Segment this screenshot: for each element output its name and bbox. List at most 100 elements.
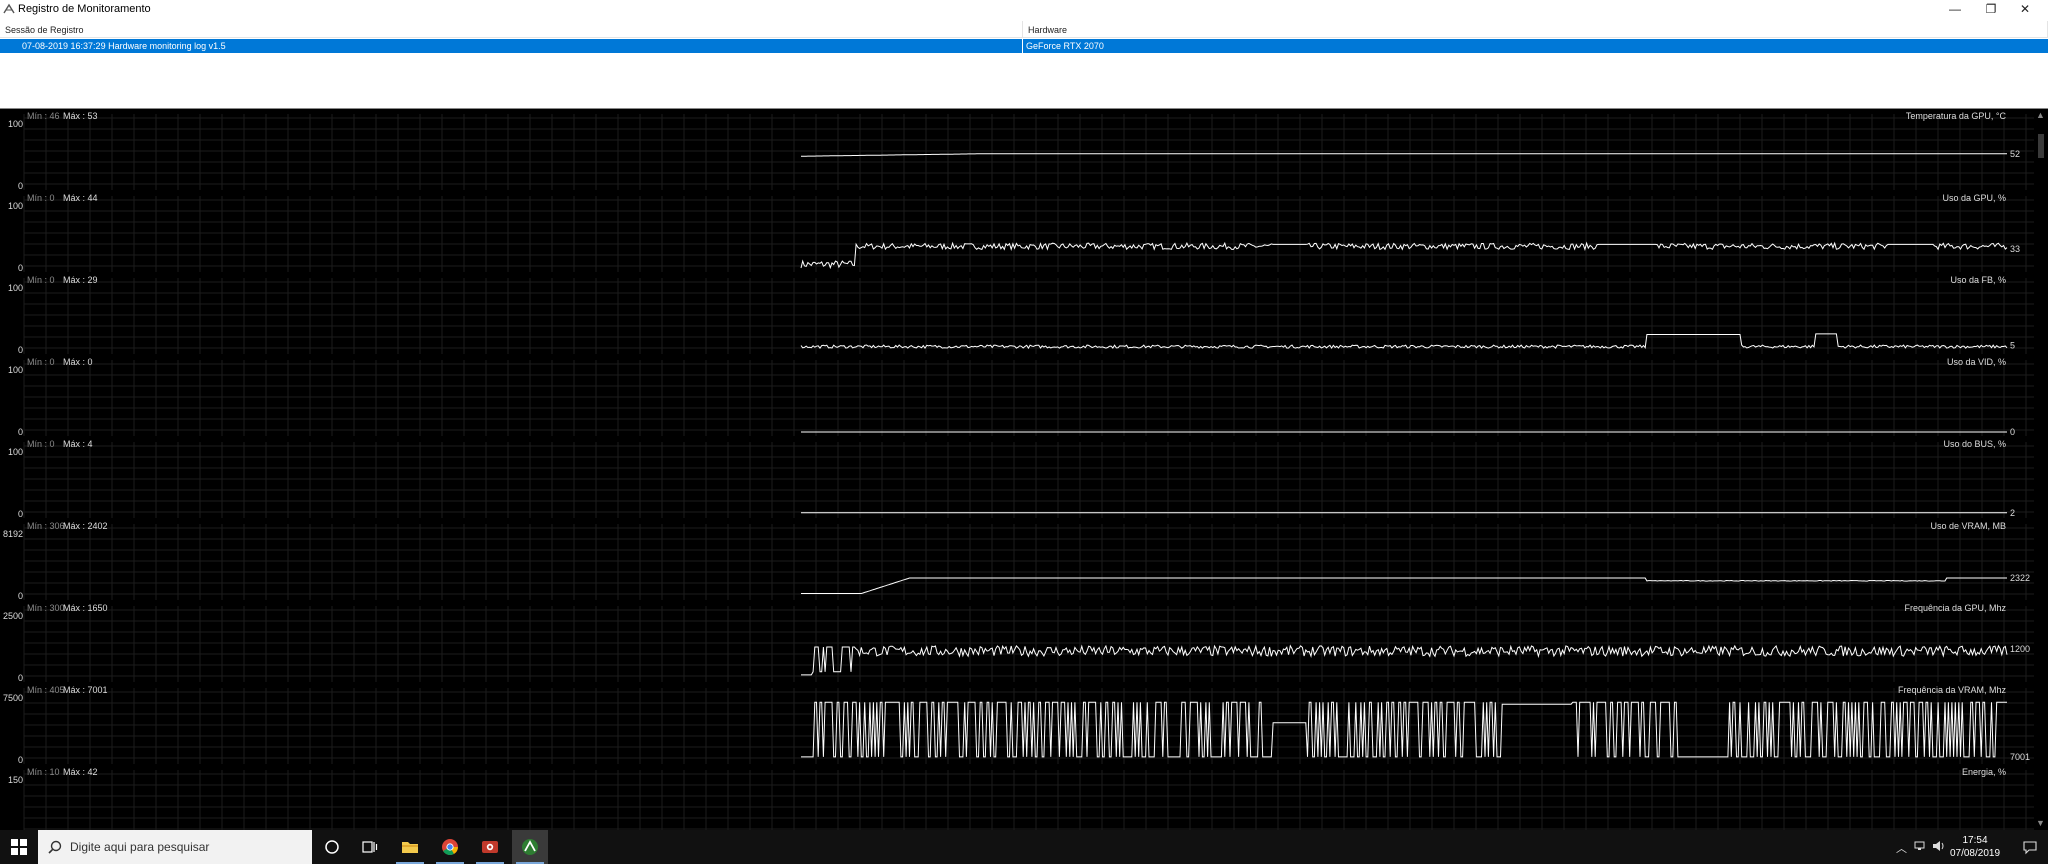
graph-scale-min: 0 [18, 755, 23, 765]
app-window: Registro de Monitoramento — ❐ ✕ Sessão d… [0, 0, 2048, 864]
graph-scale-max: 100 [8, 447, 23, 457]
graph-min-label: Mín : 300 [27, 603, 65, 613]
taskbar: Digite aqui para pesquisar ︿ 17:54 07/08… [0, 830, 2048, 864]
graph-max-label: Máx : 1650 [63, 603, 108, 613]
task-view-button[interactable] [352, 830, 388, 864]
minimize-icon: — [1949, 2, 1961, 16]
graph-scale-max: 100 [8, 365, 23, 375]
graph-2[interactable]: Mín : 0 Máx : 29 Uso da FB, % 100 0 5 [8, 275, 2034, 355]
graph-1[interactable]: Mín : 0 Máx : 44 Uso da GPU, % 100 0 33 [8, 193, 2034, 273]
search-placeholder: Digite aqui para pesquisar [70, 840, 210, 854]
network-icon[interactable] [1914, 840, 1928, 852]
column-divider [1022, 39, 1023, 53]
graph-max-label: Máx : 44 [63, 193, 98, 203]
graph-trace [800, 333, 2008, 350]
graph-trace [801, 644, 2008, 676]
column-header-session[interactable]: Sessão de Registro [0, 21, 1023, 38]
session-name: 07-08-2019 16:37:29 Hardware monitoring … [22, 41, 226, 51]
media-app-button[interactable] [472, 830, 508, 864]
graph-title: Uso da GPU, % [1942, 193, 2006, 203]
restore-icon: ❐ [1985, 2, 1997, 16]
start-button[interactable] [0, 830, 38, 864]
graph-scale-min: 0 [18, 509, 23, 519]
graph-7[interactable]: Mín : 405Máx : 7001 Frequência da VRAM, M… [3, 685, 2034, 765]
graph-scale-max: 8192 [3, 529, 23, 539]
graph-min-label: Mín : 306 [27, 521, 65, 531]
graph-min-label: Mín : 405 [27, 685, 65, 695]
graph-max-label: Máx : 42 [63, 767, 98, 777]
graph-title: Temperatura da GPU, °C [1906, 111, 2007, 121]
chrome-button[interactable] [432, 830, 468, 864]
graph-canvas: Mín : 46 Máx : 53 Temperatura da GPU, °C 10… [3, 111, 2034, 830]
media-app-icon [482, 841, 498, 853]
search-icon [48, 840, 62, 854]
cortana-button[interactable] [314, 830, 350, 864]
graph-scale-max: 100 [8, 283, 23, 293]
graph-max-label: Máx : 4 [63, 439, 93, 449]
clock-time: 17:54 [1962, 835, 1988, 846]
graph-max-label: Máx : 53 [63, 111, 98, 121]
graph-4[interactable]: Mín : 0 Máx : 4 Uso do BUS, % 100 0 2 [8, 439, 2034, 519]
graph-min-label: Mín : 0 [27, 275, 55, 285]
graph-title: Frequência da VRAM, Mhz [1898, 685, 2007, 695]
graph-current-value: 1200 [2010, 644, 2030, 654]
scroll-thumb[interactable] [2038, 134, 2044, 158]
graph-panel[interactable]: Mín : 46 Máx : 53 Temperatura da GPU, °C 10… [0, 110, 2034, 830]
graph-trace [801, 701, 2007, 758]
graph-current-value: 2 [2010, 508, 2015, 518]
session-list[interactable]: Sessão de Registro Hardware 07-08-2019 1… [0, 18, 2048, 109]
graph-title: Uso do BUS, % [1943, 439, 2006, 449]
graph-trace [801, 153, 2007, 157]
graph-scale-min: 0 [18, 263, 23, 273]
graph-0[interactable]: Mín : 46 Máx : 53 Temperatura da GPU, °C 10… [8, 111, 2034, 191]
notifications-icon[interactable] [2022, 839, 2038, 855]
graph-title: Uso da VID, % [1947, 357, 2006, 367]
title-bar: Registro de Monitoramento — ❐ ✕ [0, 0, 2048, 18]
graph-min-label: Mín : 10 [27, 767, 60, 777]
show-hidden-icons-icon[interactable]: ︿ [1896, 840, 1907, 856]
graph-max-label: Máx : 7001 [63, 685, 108, 695]
graph-title: Energia, % [1962, 767, 2006, 777]
windows-icon [11, 839, 27, 855]
window-title: Registro de Monitoramento [18, 3, 151, 15]
graph-scale-min: 0 [18, 591, 23, 601]
graph-3[interactable]: Mín : 0 Máx : 0 Uso da VID, % 100 0 0 [8, 357, 2034, 437]
close-button[interactable]: ✕ [2002, 0, 2048, 18]
graph-current-value: 52 [2010, 149, 2020, 159]
scroll-down-icon[interactable]: ▼ [2036, 818, 2045, 828]
graph-min-label: Mín : 0 [27, 193, 55, 203]
graph-scale-min: 0 [18, 181, 23, 191]
graph-title: Frequência da GPU, Mhz [1904, 603, 2006, 613]
close-icon: ✕ [2019, 2, 2031, 16]
graph-scale-max: 100 [8, 119, 23, 129]
graph-max-label: Máx : 29 [63, 275, 98, 285]
graph-min-label: Mín : 46 [27, 111, 60, 121]
graph-title: Uso de VRAM, MB [1930, 521, 2006, 531]
graph-scale-max: 7500 [3, 693, 23, 703]
graph-scale-min: 0 [18, 673, 23, 683]
session-hardware: GeForce RTX 2070 [1026, 41, 1104, 51]
graph-current-value: 7001 [2010, 752, 2030, 762]
graph-6[interactable]: Mín : 300Máx : 1650 Frequência da GPU, Mh… [3, 603, 2034, 683]
cortana-icon [325, 840, 339, 854]
file-explorer-button[interactable] [392, 830, 428, 864]
graph-current-value: 0 [2010, 427, 2015, 437]
scroll-up-icon[interactable]: ▲ [2036, 110, 2045, 120]
graph-5[interactable]: Mín : 306Máx : 2402 Uso de VRAM, MB 8192 0 2… [3, 521, 2034, 601]
graph-min-label: Mín : 0 [27, 439, 55, 449]
clock-date: 07/08/2019 [1949, 848, 2001, 859]
graph-title: Uso da FB, % [1950, 275, 2006, 285]
graph-8[interactable]: Mín : 10Máx : 42Energia, %150030 [8, 767, 2034, 830]
graph-scale-max: 100 [8, 201, 23, 211]
graph-scrollbar[interactable]: ▲ ▼ [2034, 110, 2048, 830]
graph-scale-min: 0 [18, 427, 23, 437]
taskbar-clock[interactable]: 17:54 07/08/2019 [1940, 834, 2010, 860]
session-row-selected[interactable]: 07-08-2019 16:37:29 Hardware monitoring … [0, 39, 2048, 53]
taskbar-search-box[interactable]: Digite aqui para pesquisar [38, 830, 312, 864]
afterburner-button[interactable] [512, 830, 548, 864]
column-header-hardware[interactable]: Hardware [1023, 21, 2048, 38]
graph-trace [800, 241, 2008, 270]
graph-max-label: Máx : 2402 [63, 521, 108, 531]
afterburner-icon [522, 839, 538, 855]
task-view-icon [362, 841, 378, 853]
